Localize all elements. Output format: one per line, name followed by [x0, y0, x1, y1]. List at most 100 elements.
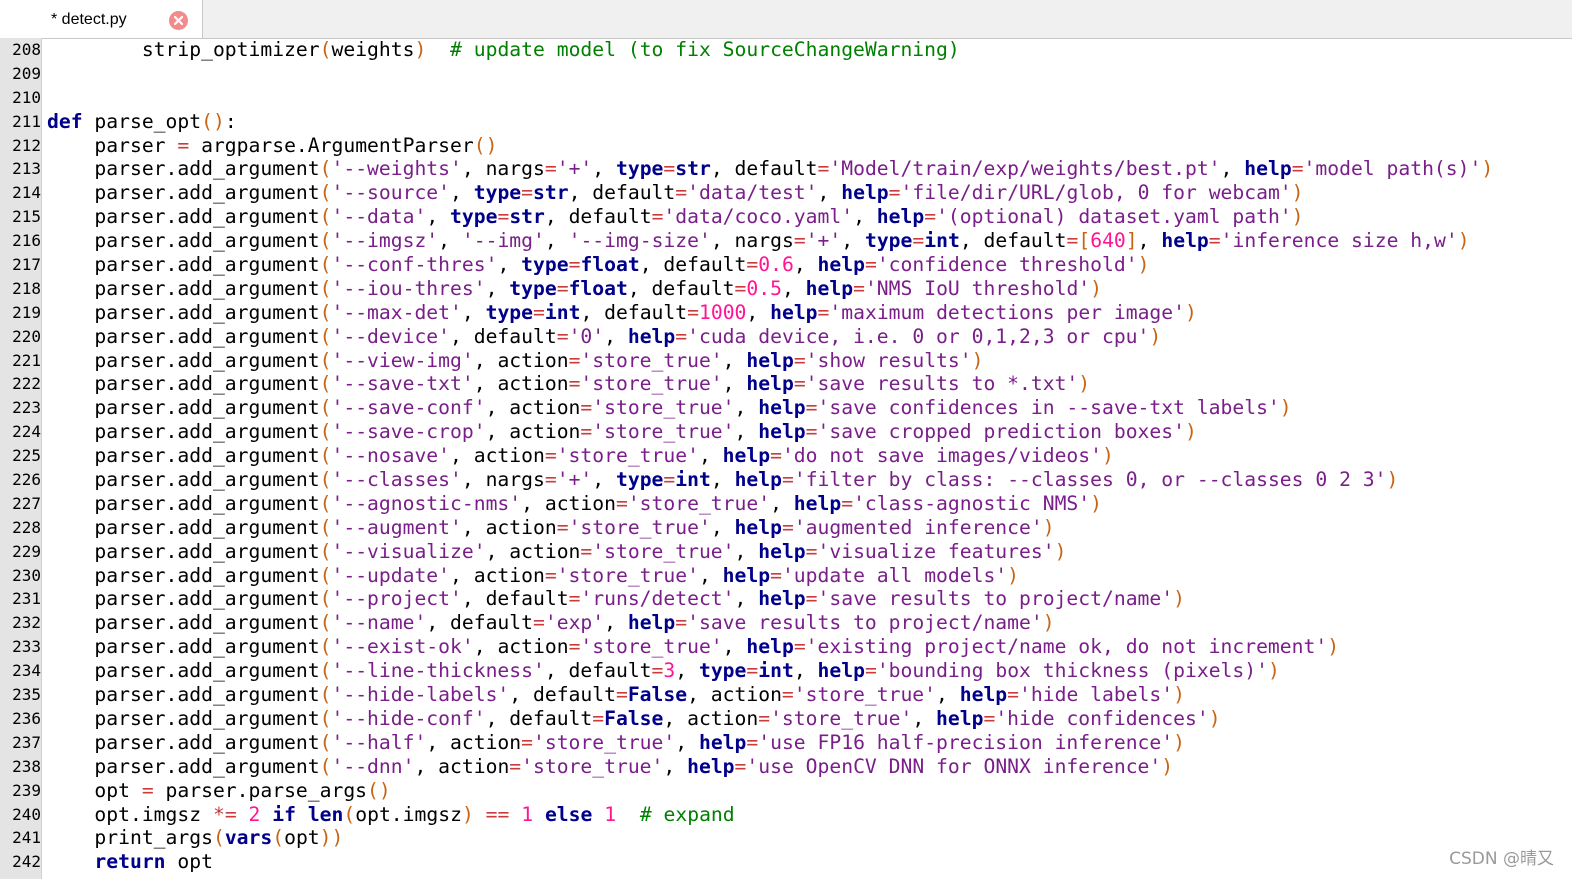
- line-number: 217: [12, 255, 41, 275]
- code-line[interactable]: 238 parser.add_argument('--dnn', action=…: [0, 755, 1572, 779]
- line-number: 240: [12, 804, 41, 824]
- code-text[interactable]: parser.add_argument('--hide-labels', def…: [47, 683, 1185, 707]
- line-number: 241: [12, 828, 41, 848]
- code-line[interactable]: 209: [0, 62, 1572, 86]
- code-text[interactable]: parser = argparse.ArgumentParser(): [47, 134, 497, 158]
- tab-label: * detect.py: [51, 11, 127, 28]
- code-text[interactable]: parser.add_argument('--line-thickness', …: [47, 659, 1279, 683]
- code-text[interactable]: parser.add_argument('--save-crop', actio…: [47, 420, 1196, 444]
- line-number: 208: [12, 40, 41, 59]
- line-number: 209: [12, 63, 41, 83]
- code-line[interactable]: 233 parser.add_argument('--exist-ok', ac…: [0, 635, 1572, 659]
- code-line[interactable]: 212 parser = argparse.ArgumentParser(): [0, 134, 1572, 158]
- code-line[interactable]: 231 parser.add_argument('--project', def…: [0, 587, 1572, 611]
- line-number: 215: [12, 207, 41, 227]
- line-number: 218: [12, 278, 41, 298]
- line-number: 223: [12, 398, 41, 418]
- code-text[interactable]: parser.add_argument('--source', type=str…: [47, 181, 1303, 205]
- line-number: 239: [12, 780, 41, 800]
- code-line[interactable]: 213 parser.add_argument('--weights', nar…: [0, 157, 1572, 181]
- code-text[interactable]: parser.add_argument('--agnostic-nms', ac…: [47, 492, 1102, 516]
- line-number: 219: [12, 302, 41, 322]
- code-text[interactable]: parser.add_argument('--data', type=str, …: [47, 205, 1303, 229]
- code-line[interactable]: 214 parser.add_argument('--source', type…: [0, 181, 1572, 205]
- line-number: 238: [12, 756, 41, 776]
- code-text[interactable]: parser.add_argument('--conf-thres', type…: [47, 253, 1149, 277]
- code-line[interactable]: 234 parser.add_argument('--line-thicknes…: [0, 659, 1572, 683]
- line-number: 222: [12, 374, 41, 394]
- code-line[interactable]: 208 strip_optimizer(weights) # update mo…: [0, 38, 1572, 62]
- code-line[interactable]: 222 parser.add_argument('--save-txt', ac…: [0, 372, 1572, 396]
- code-line[interactable]: 224 parser.add_argument('--save-crop', a…: [0, 420, 1572, 444]
- code-text[interactable]: parser.add_argument('--weights', nargs='…: [47, 157, 1493, 181]
- code-text[interactable]: parser.add_argument('--name', default='e…: [47, 611, 1054, 635]
- code-text[interactable]: parser.add_argument('--device', default=…: [47, 325, 1161, 349]
- line-number: 221: [12, 350, 41, 370]
- code-line[interactable]: 225 parser.add_argument('--nosave', acti…: [0, 444, 1572, 468]
- tab-detect-py[interactable]: * detect.py: [0, 0, 203, 38]
- code-text[interactable]: strip_optimizer(weights) # update model …: [47, 38, 960, 62]
- line-number: 232: [12, 613, 41, 633]
- code-line[interactable]: 215 parser.add_argument('--data', type=s…: [0, 205, 1572, 229]
- code-text[interactable]: opt = parser.parse_args(): [47, 779, 390, 803]
- line-number: 231: [12, 589, 41, 609]
- code-text[interactable]: parser.add_argument('--max-det', type=in…: [47, 301, 1196, 325]
- line-number: 234: [12, 661, 41, 681]
- code-text[interactable]: parser.add_argument('--view-img', action…: [47, 349, 983, 373]
- code-line[interactable]: 232 parser.add_argument('--name', defaul…: [0, 611, 1572, 635]
- code-line[interactable]: 236 parser.add_argument('--hide-conf', d…: [0, 707, 1572, 731]
- code-text[interactable]: parser.add_argument('--save-conf', actio…: [47, 396, 1291, 420]
- line-number: 237: [12, 732, 41, 752]
- line-number: 212: [12, 135, 41, 155]
- line-number: 229: [12, 541, 41, 561]
- code-text[interactable]: parser.add_argument('--iou-thres', type=…: [47, 277, 1102, 301]
- code-text[interactable]: parser.add_argument('--hide-conf', defau…: [47, 707, 1220, 731]
- code-text[interactable]: parser.add_argument('--imgsz', '--img', …: [47, 229, 1469, 253]
- code-text[interactable]: parser.add_argument('--project', default…: [47, 587, 1185, 611]
- code-line[interactable]: 229 parser.add_argument('--visualize', a…: [0, 540, 1572, 564]
- code-line[interactable]: 221 parser.add_argument('--view-img', ac…: [0, 349, 1572, 373]
- code-line[interactable]: 241 print_args(vars(opt)): [0, 826, 1572, 850]
- code-line[interactable]: 211 def parse_opt():: [0, 110, 1572, 134]
- code-text[interactable]: parser.add_argument('--half', action='st…: [47, 731, 1185, 755]
- code-line[interactable]: 218 parser.add_argument('--iou-thres', t…: [0, 277, 1572, 301]
- code-line[interactable]: 235 parser.add_argument('--hide-labels',…: [0, 683, 1572, 707]
- code-editor[interactable]: 208 strip_optimizer(weights) # update mo…: [0, 38, 1572, 874]
- line-number: 233: [12, 637, 41, 657]
- code-line[interactable]: 223 parser.add_argument('--save-conf', a…: [0, 396, 1572, 420]
- code-line[interactable]: 228 parser.add_argument('--augment', act…: [0, 516, 1572, 540]
- code-text[interactable]: parser.add_argument('--exist-ok', action…: [47, 635, 1339, 659]
- line-number: 213: [12, 159, 41, 179]
- line-number: 226: [12, 470, 41, 490]
- code-text[interactable]: return opt: [47, 850, 213, 874]
- line-number: 235: [12, 685, 41, 705]
- code-line[interactable]: 217 parser.add_argument('--conf-thres', …: [0, 253, 1572, 277]
- code-text[interactable]: parser.add_argument('--dnn', action='sto…: [47, 755, 1173, 779]
- code-line[interactable]: 226 parser.add_argument('--classes', nar…: [0, 468, 1572, 492]
- code-line[interactable]: 227 parser.add_argument('--agnostic-nms'…: [0, 492, 1572, 516]
- code-line[interactable]: 220 parser.add_argument('--device', defa…: [0, 325, 1572, 349]
- code-text[interactable]: opt.imgsz *= 2 if len(opt.imgsz) == 1 el…: [47, 803, 734, 827]
- code-text[interactable]: print_args(vars(opt)): [47, 826, 343, 850]
- code-text[interactable]: parser.add_argument('--save-txt', action…: [47, 372, 1090, 396]
- code-line[interactable]: 240 opt.imgsz *= 2 if len(opt.imgsz) == …: [0, 803, 1572, 827]
- code-text[interactable]: parser.add_argument('--augment', action=…: [47, 516, 1054, 540]
- line-number: 236: [12, 708, 41, 728]
- code-line[interactable]: 230 parser.add_argument('--update', acti…: [0, 564, 1572, 588]
- code-line[interactable]: 219 parser.add_argument('--max-det', typ…: [0, 301, 1572, 325]
- code-line[interactable]: 239 opt = parser.parse_args(): [0, 779, 1572, 803]
- line-number: 210: [12, 87, 41, 107]
- code-text[interactable]: parser.add_argument('--nosave', action='…: [47, 444, 1113, 468]
- close-icon[interactable]: [169, 11, 188, 30]
- code-text[interactable]: parser.add_argument('--visualize', actio…: [47, 540, 1066, 564]
- code-text[interactable]: parser.add_argument('--update', action='…: [47, 564, 1019, 588]
- code-text[interactable]: parser.add_argument('--classes', nargs='…: [47, 468, 1398, 492]
- code-text[interactable]: def parse_opt():: [47, 110, 237, 134]
- line-number: 216: [12, 231, 41, 251]
- code-line[interactable]: 237 parser.add_argument('--half', action…: [0, 731, 1572, 755]
- code-line[interactable]: 210: [0, 86, 1572, 110]
- code-line[interactable]: 216 parser.add_argument('--imgsz', '--im…: [0, 229, 1572, 253]
- line-number: 211: [12, 111, 41, 131]
- line-number: 225: [12, 446, 41, 466]
- code-line[interactable]: 242 return opt: [0, 850, 1572, 874]
